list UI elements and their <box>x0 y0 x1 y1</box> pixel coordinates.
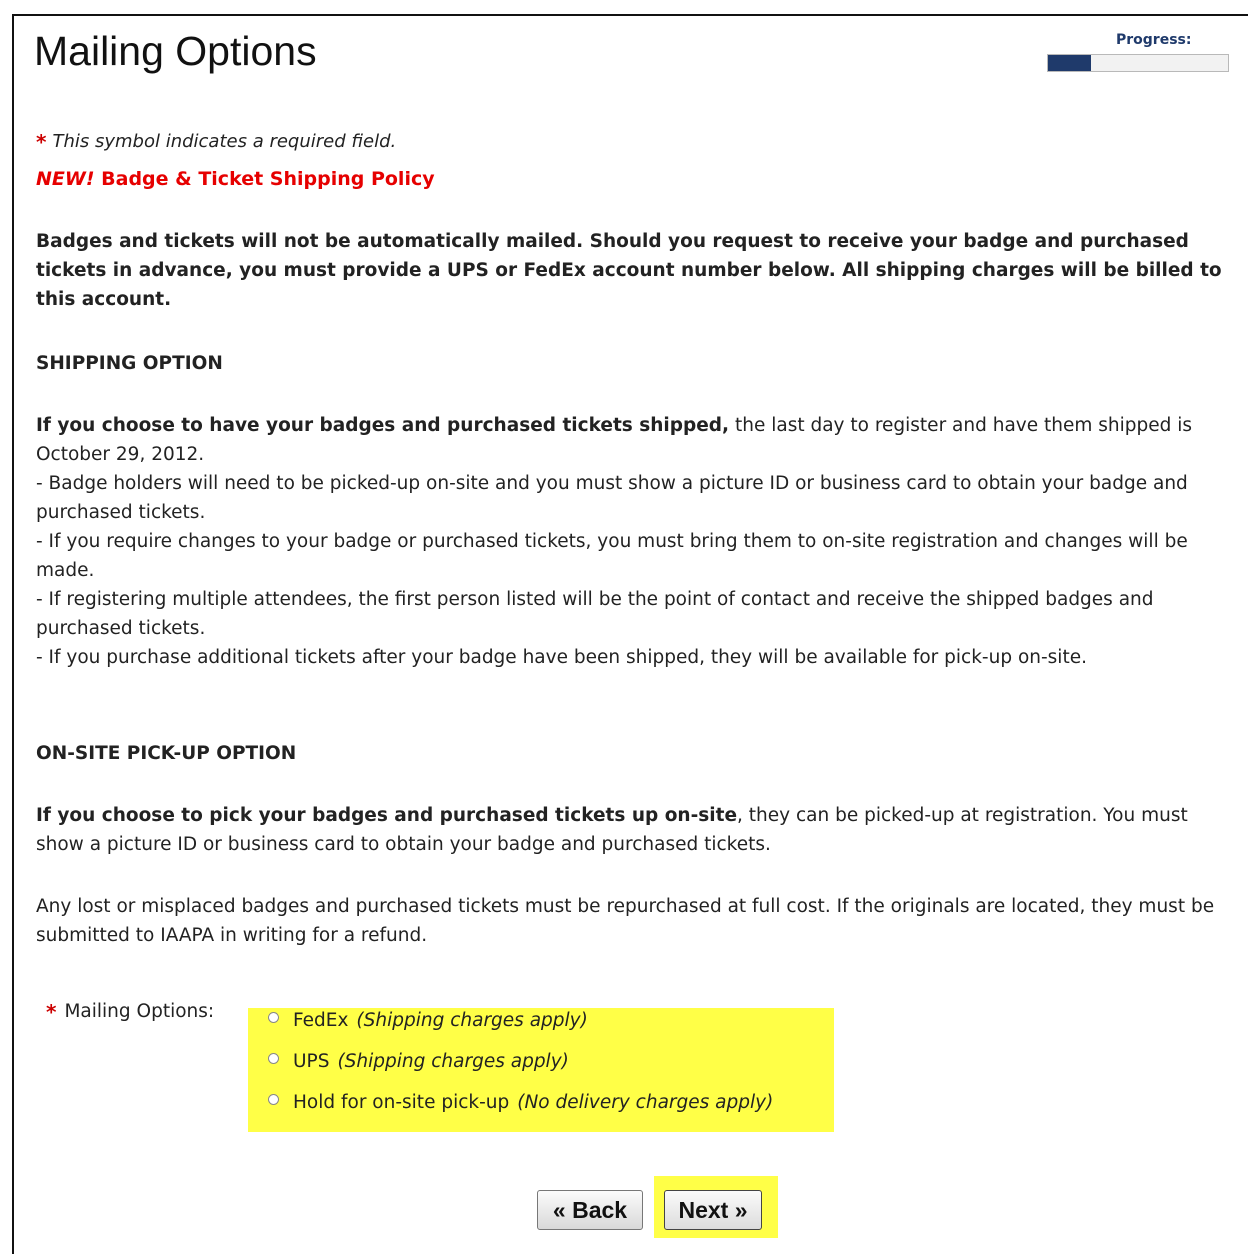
onsite-option-body: If you choose to pick your badges and pu… <box>36 801 1241 859</box>
shipping-bullet: - If you purchase additional tickets aft… <box>36 647 1087 668</box>
shipping-bullet: - Badge holders will need to be picked-u… <box>36 473 1188 523</box>
progress-label: Progress: <box>1116 32 1192 48</box>
progress-bar-fill <box>1048 55 1092 71</box>
option-note: (No delivery charges apply) <box>517 1092 774 1113</box>
progress-bar <box>1047 54 1229 72</box>
option-note: (Shipping charges apply) <box>337 1051 569 1072</box>
shipping-option-heading: SHIPPING OPTION <box>36 353 223 374</box>
required-field-note: * This symbol indicates a required field. <box>36 128 397 154</box>
policy-title: Badge & Ticket Shipping Policy <box>101 168 435 190</box>
new-badge: NEW! <box>36 168 95 190</box>
option-label: UPS <box>293 1051 330 1072</box>
onsite-option-heading: ON-SITE PICK-UP OPTION <box>36 743 297 764</box>
lost-badge-note: Any lost or misplaced badges and purchas… <box>36 896 1215 946</box>
shipping-policy-link[interactable]: NEW! Badge & Ticket Shipping Policy <box>36 168 435 190</box>
mailing-options-label: * Mailing Options: <box>46 998 215 1024</box>
fedex-radio[interactable] <box>268 1012 279 1023</box>
option-onsite-pickup[interactable]: Hold for on-site pick-up (No delivery ch… <box>268 1092 773 1113</box>
shipping-bullet: - If you require changes to your badge o… <box>36 531 1188 581</box>
option-label: Hold for on-site pick-up <box>293 1092 510 1113</box>
onsite-lead-bold: If you choose to pick your badges and pu… <box>36 805 738 826</box>
required-asterisk-icon: * <box>46 1000 57 1024</box>
intro-paragraph: Badges and tickets will not be automatic… <box>36 231 1222 310</box>
shipping-lead-bold: If you choose to have your badges and pu… <box>36 415 730 436</box>
mailing-options-group: FedEx (Shipping charges apply) UPS (Ship… <box>248 1008 834 1132</box>
shipping-bullet: - If registering multiple attendees, the… <box>36 589 1154 639</box>
option-note: (Shipping charges apply) <box>356 1010 588 1031</box>
shipping-option-body: If you choose to have your badges and pu… <box>36 411 1241 672</box>
option-fedex[interactable]: FedEx (Shipping charges apply) <box>268 1010 588 1031</box>
back-button[interactable]: « Back <box>537 1190 643 1230</box>
mailing-options-label-text: Mailing Options: <box>64 1001 215 1022</box>
onsite-pickup-radio[interactable] <box>268 1094 279 1105</box>
page-title: Mailing Options <box>34 28 317 74</box>
required-asterisk-icon: * <box>36 130 47 154</box>
option-label: FedEx <box>293 1010 349 1031</box>
next-button[interactable]: Next » <box>664 1190 762 1230</box>
required-note-text: This symbol indicates a required field. <box>52 131 397 152</box>
option-ups[interactable]: UPS (Shipping charges apply) <box>268 1051 569 1072</box>
ups-radio[interactable] <box>268 1053 279 1064</box>
